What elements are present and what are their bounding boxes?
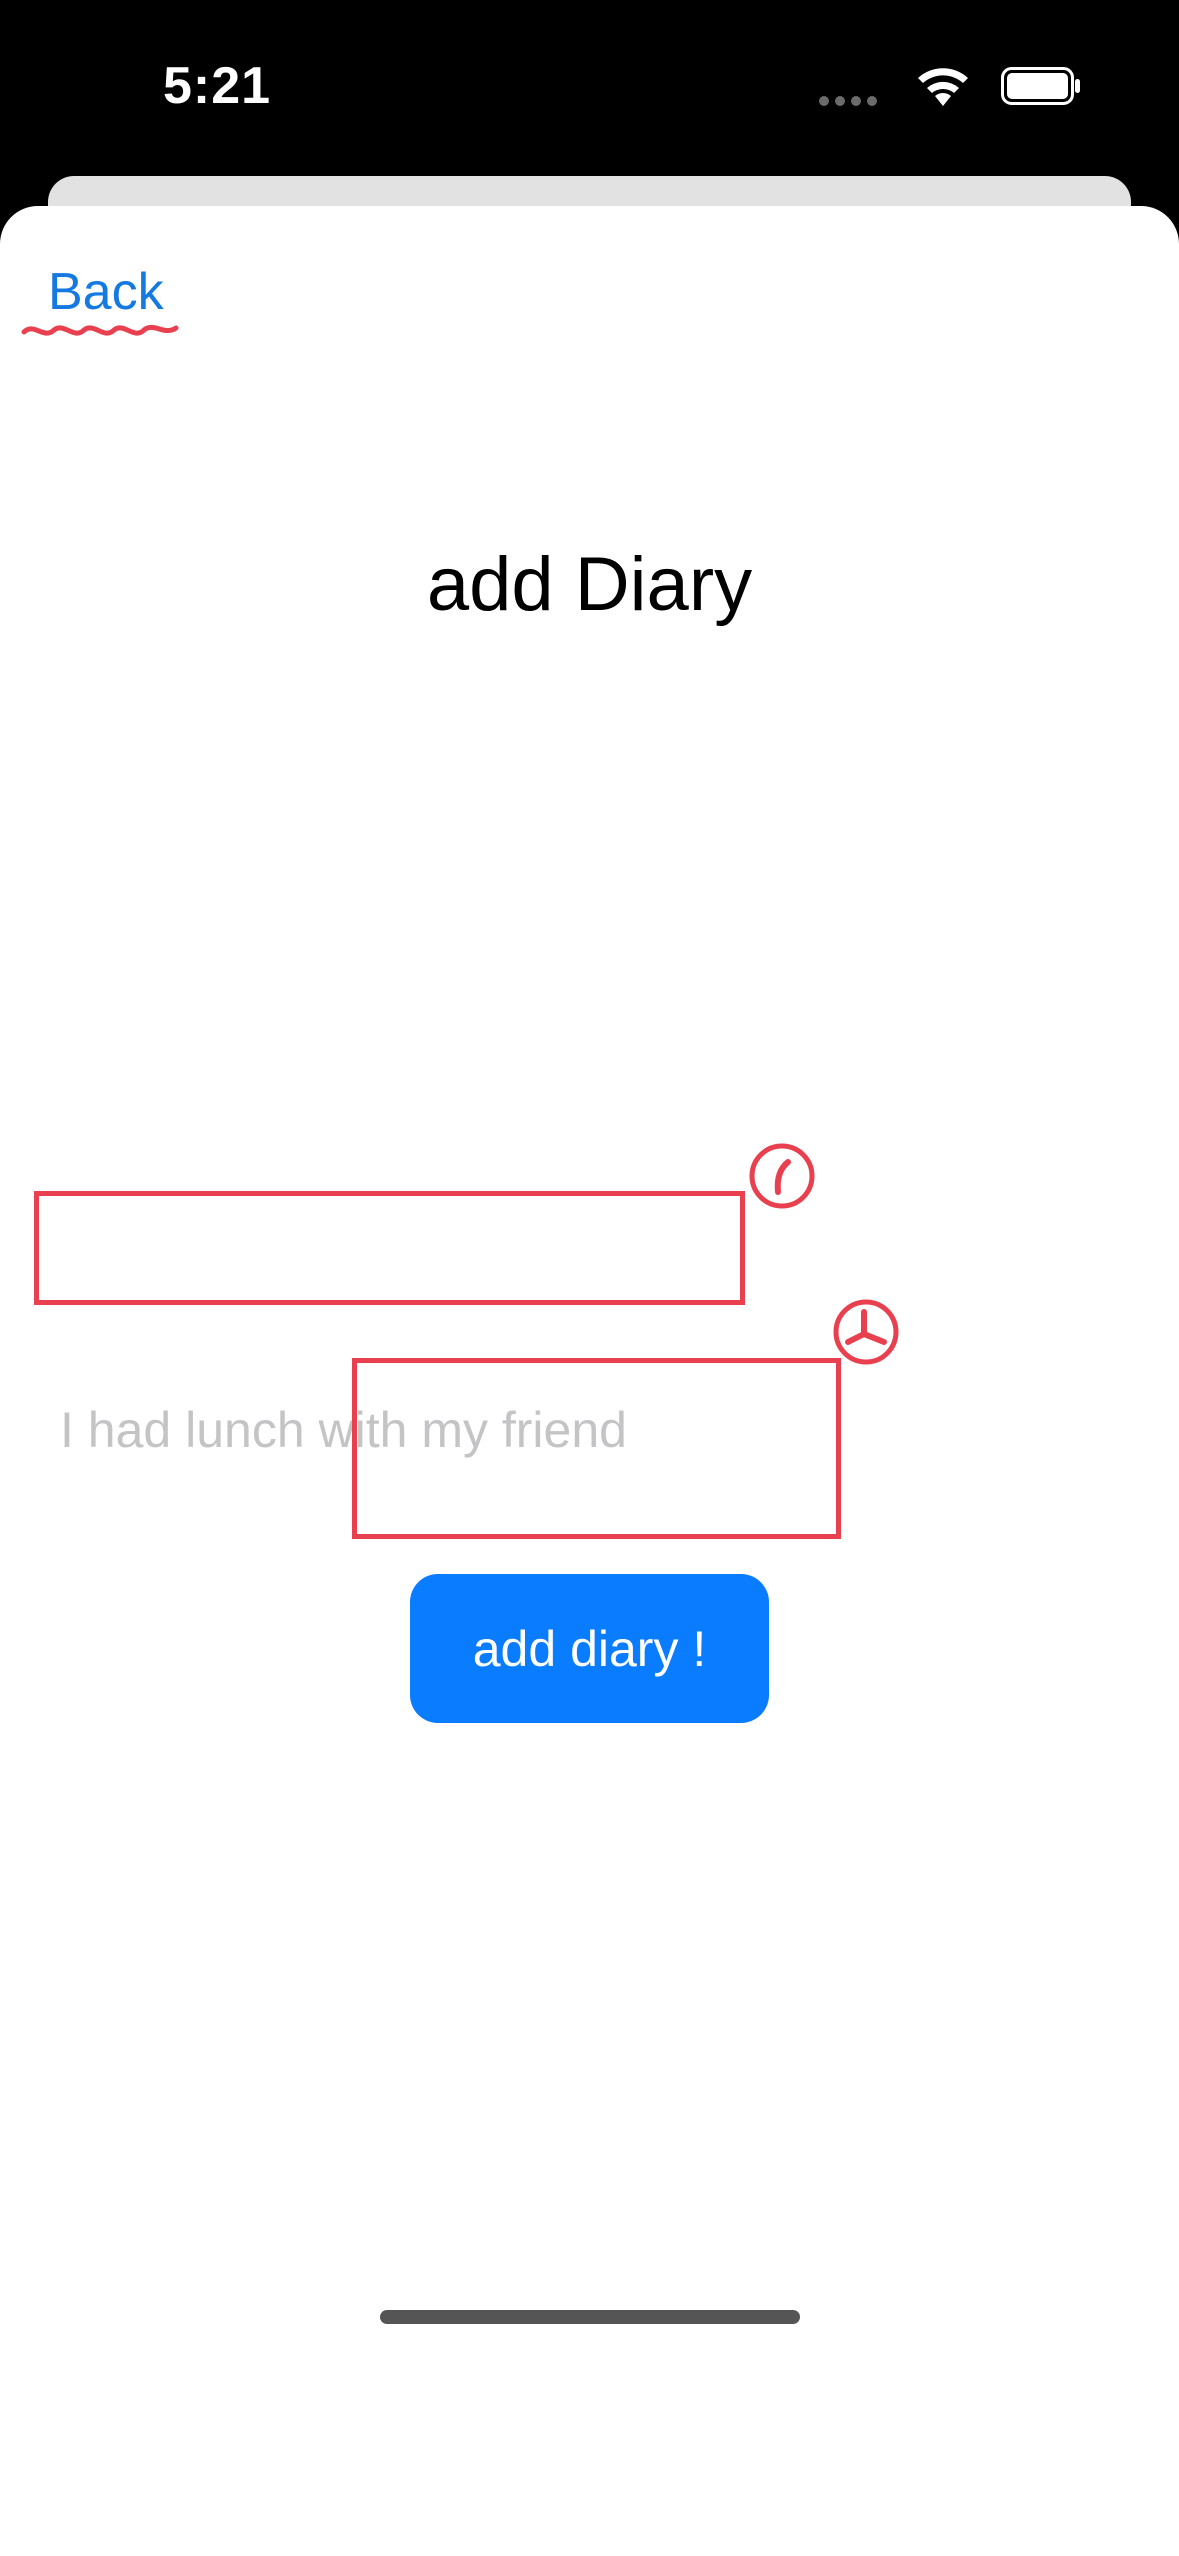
home-indicator[interactable] [380, 2310, 800, 2324]
annotation-marker-1-icon [749, 1143, 815, 1209]
back-button[interactable]: Back [48, 262, 164, 322]
add-diary-button[interactable]: add diary ! [410, 1574, 769, 1723]
status-bar: 5:21 [0, 0, 1179, 180]
status-time: 5:21 [163, 57, 272, 115]
annotation-marker-2-icon [833, 1299, 899, 1365]
phone-screen: 5:21 Back add Diary I had lunch with my … [0, 0, 1179, 2556]
battery-icon [1001, 67, 1080, 105]
cellular-signal-icon [819, 96, 879, 106]
wifi-icon [918, 68, 968, 106]
status-icons [819, 60, 1080, 114]
annotation-underline [21, 324, 179, 336]
page-title: add Diary [426, 542, 753, 627]
annotation-box-text-field [34, 1191, 745, 1305]
annotation-box-add-button [352, 1358, 841, 1539]
